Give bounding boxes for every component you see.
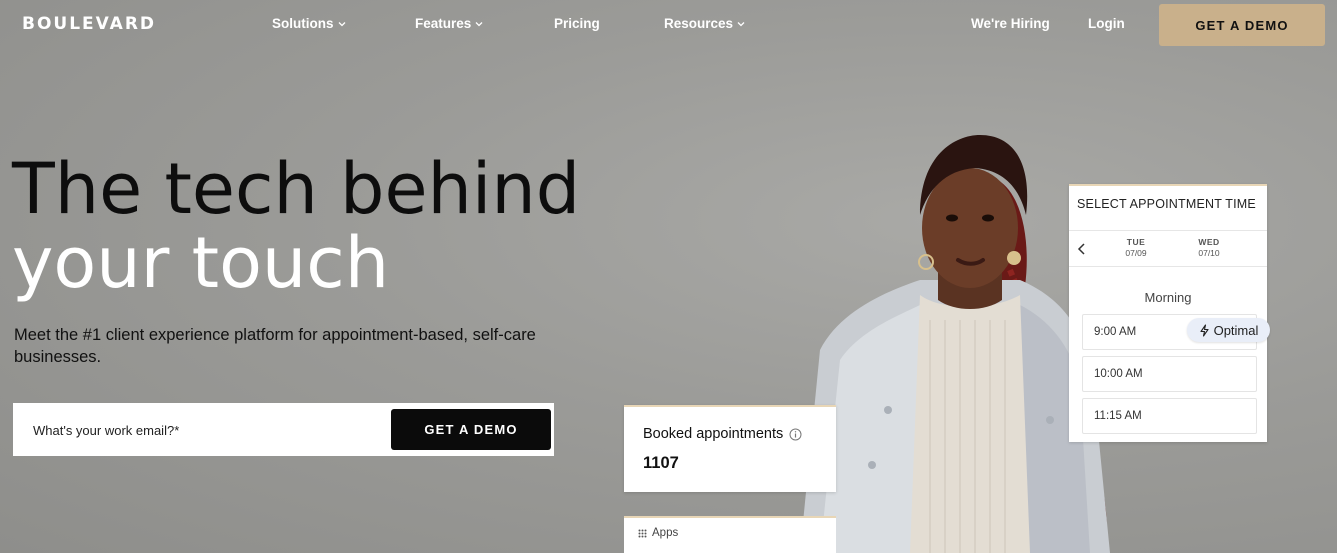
day-wed[interactable]: WED 07/10 [1189, 237, 1229, 259]
nav-solutions[interactable]: Solutions [272, 16, 346, 31]
nav-hiring-link[interactable]: We're Hiring [971, 16, 1050, 31]
grid-icon [638, 529, 647, 537]
day-wed-date: 07/10 [1198, 248, 1220, 258]
booked-appointments-value: 1107 [643, 454, 679, 472]
nav-features-label: Features [415, 16, 472, 31]
work-email-input[interactable] [33, 419, 383, 441]
nav-resources[interactable]: Resources [664, 16, 745, 31]
get-demo-button[interactable]: GET A DEMO [1159, 4, 1325, 46]
nav-features[interactable]: Features [415, 16, 483, 31]
apps-card: Apps [624, 516, 836, 553]
divider [1069, 266, 1267, 267]
brand-logo[interactable]: BOULEVARD [22, 14, 156, 34]
lightning-icon [1200, 323, 1209, 337]
time-slot[interactable]: 11:15 AM [1082, 398, 1257, 434]
appointment-card-title: SELECT APPOINTMENT TIME [1077, 197, 1256, 211]
hero-headline: The tech behind your touch [12, 152, 580, 300]
select-appointment-card: SELECT APPOINTMENT TIME TUE 07/09 WED 07… [1069, 184, 1267, 442]
nav-login-link[interactable]: Login [1088, 16, 1125, 31]
chevron-down-icon [338, 21, 345, 26]
apps-header: Apps [638, 527, 678, 539]
period-label: Morning [1144, 290, 1192, 305]
divider [1069, 230, 1267, 231]
day-tue-date: 07/09 [1125, 248, 1147, 258]
nav-resources-label: Resources [664, 16, 734, 31]
nav-pricing-label: Pricing [554, 16, 600, 31]
headline-line-1: The tech behind [12, 148, 581, 230]
chevron-left-icon[interactable] [1077, 243, 1087, 255]
nav-pricing[interactable]: Pricing [554, 16, 600, 31]
optimal-badge: Optimal [1187, 318, 1270, 342]
apps-label: Apps [652, 527, 679, 539]
day-tue[interactable]: TUE 07/09 [1116, 237, 1156, 259]
chevron-down-icon [475, 21, 483, 26]
info-icon [789, 428, 802, 440]
email-signup-form: GET A DEMO [13, 403, 554, 456]
booked-appointments-label: Booked appointments [643, 426, 784, 442]
hero-get-demo-button[interactable]: GET A DEMO [391, 409, 551, 450]
booked-appointments-header: Booked appointments [643, 426, 802, 442]
top-nav: BOULEVARD Solutions Features Pricing Res… [0, 0, 1337, 50]
day-tue-name: TUE [1126, 237, 1146, 247]
booked-appointments-card: Booked appointments 1107 [624, 405, 836, 492]
chevron-down-icon [737, 21, 745, 26]
optimal-label: Optimal [1213, 322, 1259, 338]
headline-line-2: your touch [12, 222, 390, 304]
day-wed-name: WED [1198, 237, 1220, 247]
nav-solutions-label: Solutions [272, 16, 334, 31]
hero-subtext: Meet the #1 client experience platform f… [14, 326, 536, 366]
time-slot[interactable]: 10:00 AM [1082, 356, 1257, 392]
